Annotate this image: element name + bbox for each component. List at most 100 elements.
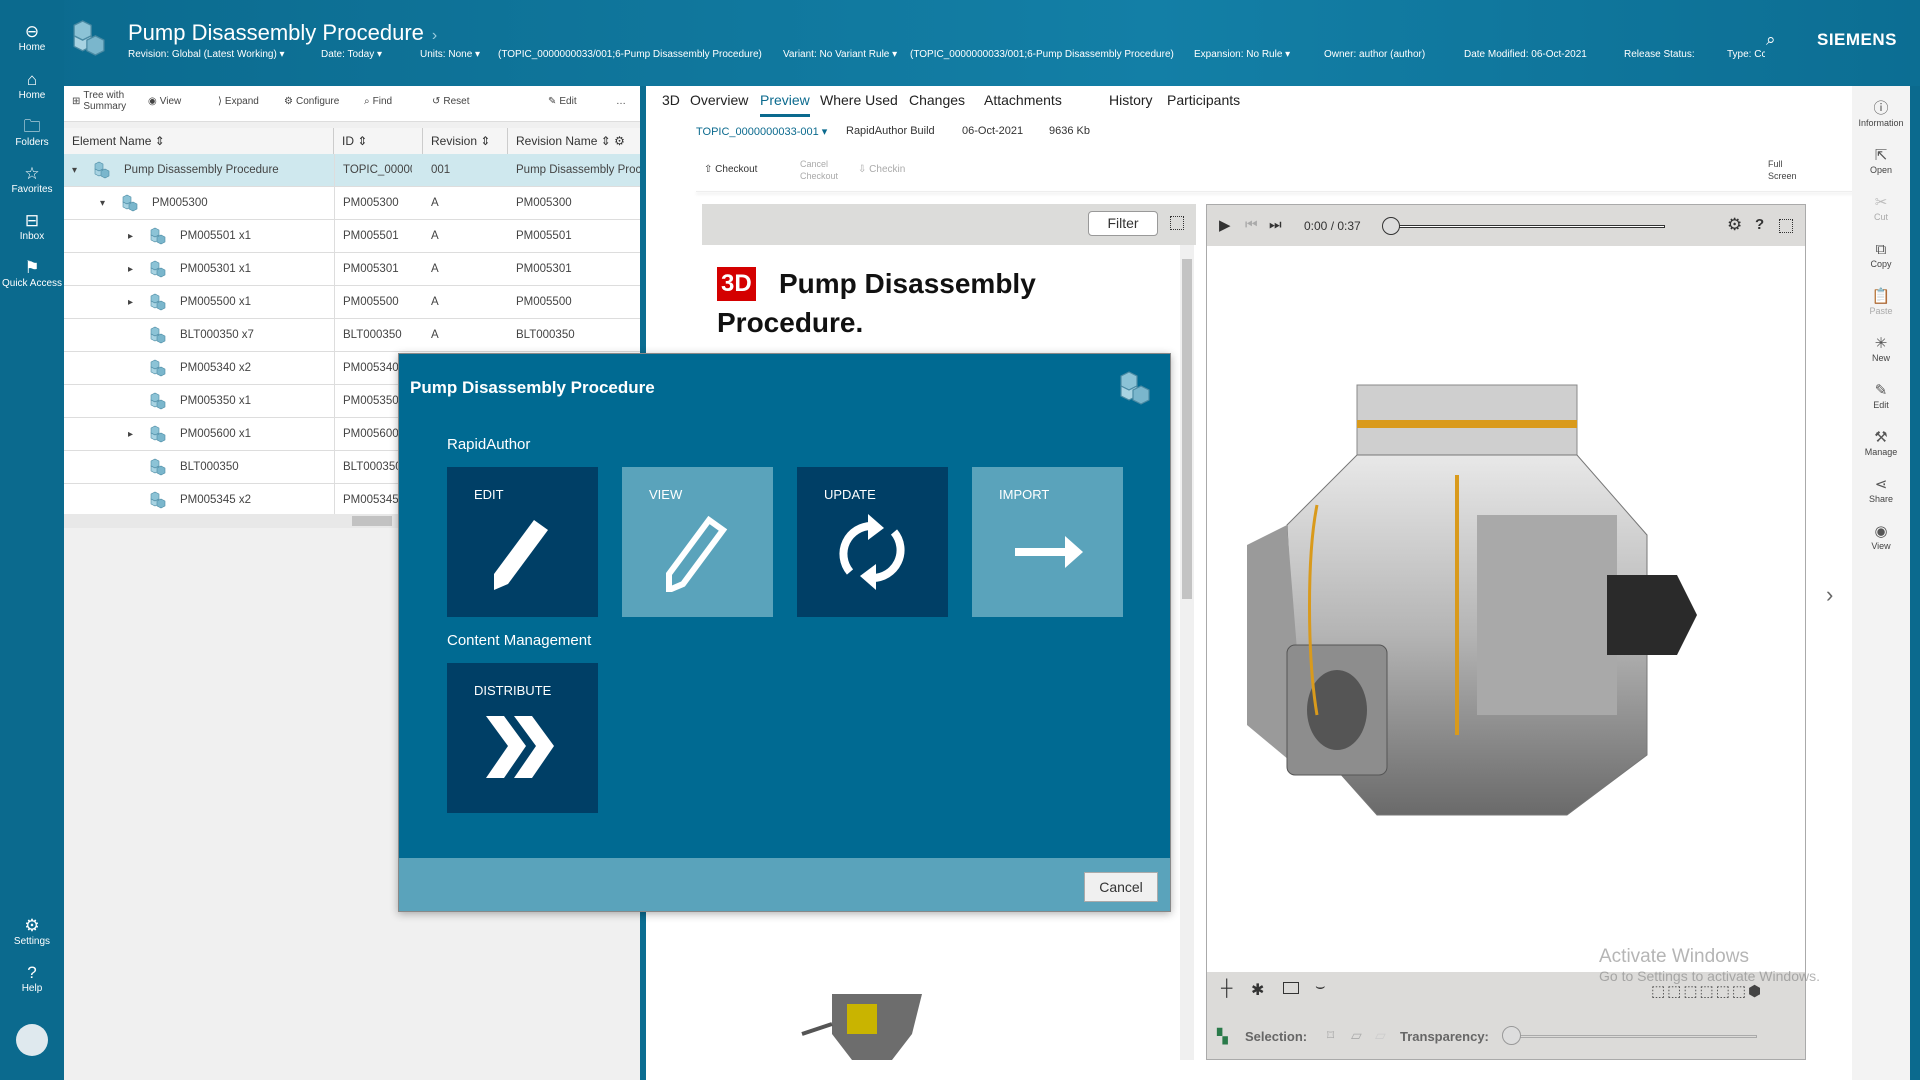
measure-icon[interactable]: ⌣: [1315, 978, 1326, 996]
command-view[interactable]: ◉ View: [1852, 523, 1910, 551]
import-tile[interactable]: IMPORT: [972, 467, 1123, 617]
tab-preview[interactable]: Preview: [760, 92, 810, 117]
tab-history[interactable]: History: [1109, 92, 1153, 108]
nav-settings[interactable]: ⚙ Settings: [0, 916, 64, 947]
tab-overview[interactable]: Overview: [690, 92, 748, 108]
reset-button[interactable]: ↺ Reset: [432, 96, 470, 107]
tab-attachments[interactable]: Attachments: [984, 92, 1062, 108]
view-button[interactable]: ◉ View: [148, 96, 181, 107]
tab-changes[interactable]: Changes: [909, 92, 965, 108]
expand-toggle[interactable]: ▸: [128, 220, 148, 253]
checkout-button[interactable]: ⇧ Checkout: [704, 164, 757, 175]
nav-inbox[interactable]: ⊟ Inbox: [0, 211, 64, 242]
filter-button[interactable]: Filter: [1088, 211, 1158, 236]
expand-toggle[interactable]: ▾: [72, 154, 92, 187]
expand-toggle[interactable]: ▸: [128, 418, 148, 451]
expand-button[interactable]: ⟩ Expand: [218, 96, 259, 107]
command-copy[interactable]: ⧉ Copy: [1852, 241, 1910, 269]
skip-back-icon[interactable]: ⏮: [1245, 216, 1258, 233]
timeline-handle[interactable]: [1382, 217, 1400, 235]
tab-participants[interactable]: Participants: [1167, 92, 1240, 108]
nav-favorites[interactable]: ☆ Favorites: [0, 164, 64, 195]
search-icon[interactable]: ⌕: [1766, 30, 1776, 50]
section-icon[interactable]: ✱: [1251, 980, 1264, 1000]
command-new[interactable]: ✳ New: [1852, 335, 1910, 363]
expand-toggle[interactable]: [128, 484, 148, 517]
table-row[interactable]: ▸ PM005301 x1 PM005301 A PM005301: [64, 253, 640, 286]
nav-folders[interactable]: 🗀 Folders: [0, 117, 64, 148]
command-share[interactable]: ⋖ Share: [1852, 476, 1910, 504]
table-row[interactable]: ▸ PM005500 x1 PM005500 A PM005500: [64, 286, 640, 319]
command-manage[interactable]: ⚒ Manage: [1852, 429, 1910, 457]
column-revision[interactable]: Revision ⇕: [423, 128, 508, 154]
nav-help[interactable]: ? Help: [0, 963, 64, 994]
variant-rule[interactable]: Variant: No Variant Rule ▾: [783, 49, 897, 60]
view-orientation-cubes[interactable]: ⬚⬚⬚⬚⬚⬚⬢: [1651, 982, 1763, 1000]
table-row[interactable]: BLT000350 x7 BLT000350 A BLT000350: [64, 319, 640, 352]
vertical-scrollbar[interactable]: [1180, 245, 1194, 1060]
table-row[interactable]: ▸ PM005501 x1 PM005501 A PM005501: [64, 220, 640, 253]
gear-icon[interactable]: ⚙: [1727, 215, 1742, 235]
command-edit[interactable]: ✎ Edit: [1852, 382, 1910, 410]
cancel-button[interactable]: Cancel: [1084, 872, 1158, 902]
scrollbar-thumb[interactable]: [352, 516, 392, 526]
checkin-button[interactable]: ⇩ Checkin: [858, 164, 905, 175]
view-tile[interactable]: VIEW: [622, 467, 773, 617]
expand-viewer-icon[interactable]: [1779, 219, 1793, 233]
timeline-slider[interactable]: [1390, 225, 1665, 228]
help-icon[interactable]: ?: [1755, 216, 1764, 233]
expand-toggle[interactable]: [128, 451, 148, 484]
configure-button[interactable]: ⚙ Configure: [284, 96, 339, 107]
box-icon[interactable]: ▱: [1351, 1027, 1362, 1044]
skip-forward-icon[interactable]: ⏭: [1269, 216, 1282, 233]
expand-pane-icon[interactable]: [1170, 216, 1184, 230]
crosshair-icon[interactable]: ┼: [1221, 980, 1232, 998]
tab-where-used[interactable]: Where Used: [820, 92, 898, 108]
command-paste[interactable]: 📋 Paste: [1852, 288, 1910, 316]
column-revision-name[interactable]: Revision Name ⇕ ⚙: [508, 128, 640, 154]
table-row[interactable]: ▾ Pump Disassembly Procedure TOPIC_0000 0…: [64, 154, 640, 187]
table-row[interactable]: ▾ PM005300 PM005300 A PM005300: [64, 187, 640, 220]
nav-home-back[interactable]: ⊖ Home: [0, 22, 64, 53]
column-id[interactable]: ID ⇕: [334, 128, 423, 154]
units-rule[interactable]: Units: None ▾: [420, 49, 480, 60]
edit-button[interactable]: ✎ Edit: [548, 96, 577, 107]
tree-with-summary-button[interactable]: ⊞ Tree with Summary: [72, 90, 127, 112]
ghost-box-icon[interactable]: ▱: [1375, 1027, 1386, 1044]
user-avatar[interactable]: [16, 1024, 48, 1056]
chevron-right-icon[interactable]: ›: [432, 27, 437, 44]
expansion-rule[interactable]: Expansion: No Rule ▾: [1194, 49, 1290, 60]
transparency-handle[interactable]: [1502, 1026, 1521, 1045]
command-open[interactable]: ⇱ Open: [1852, 147, 1910, 175]
tab-3d[interactable]: 3D: [662, 92, 680, 108]
find-button[interactable]: ⌕ Find: [364, 96, 392, 107]
play-icon[interactable]: ▶: [1219, 216, 1231, 234]
update-tile[interactable]: UPDATE: [797, 467, 948, 617]
expand-toggle[interactable]: ▾: [100, 187, 120, 220]
distribute-tile[interactable]: DISTRIBUTE: [447, 663, 598, 813]
expand-toggle[interactable]: [128, 385, 148, 418]
edit-tile[interactable]: EDIT: [447, 467, 598, 617]
expand-toggle[interactable]: ▸: [128, 286, 148, 319]
expand-toggle[interactable]: [128, 352, 148, 385]
fit-icon[interactable]: ⌑: [1327, 1027, 1334, 1044]
expand-toggle[interactable]: ▸: [128, 253, 148, 286]
nav-home[interactable]: ⌂ Home: [0, 70, 64, 101]
rectangle-select-icon[interactable]: [1283, 982, 1299, 994]
command-information[interactable]: ⓘ Information: [1852, 100, 1910, 128]
scrollbar-thumb[interactable]: [1182, 259, 1192, 599]
column-element-name[interactable]: Element Name ⇕: [64, 128, 334, 154]
nav-quick-access[interactable]: ⚑ Quick Access: [0, 258, 64, 289]
full-screen-button[interactable]: Full Screen: [1754, 158, 1804, 182]
dataset-date: 06-Oct-2021: [962, 125, 1024, 137]
expand-toggle[interactable]: [128, 319, 148, 352]
dataset-selector[interactable]: TOPIC_0000000033-001 ▾: [696, 125, 827, 138]
selection-mode-icon[interactable]: ▚: [1217, 1028, 1228, 1045]
command-cut[interactable]: ✂ Cut: [1852, 194, 1910, 222]
chevron-right-icon[interactable]: ›: [1826, 582, 1833, 608]
transparency-slider[interactable]: [1507, 1035, 1757, 1038]
cancel-checkout-button[interactable]: Cancel Checkout: [780, 158, 840, 182]
date-rule[interactable]: Date: Today ▾: [321, 49, 382, 60]
revision-rule[interactable]: Revision: Global (Latest Working) ▾: [128, 49, 285, 60]
more-button[interactable]: …: [616, 96, 626, 107]
